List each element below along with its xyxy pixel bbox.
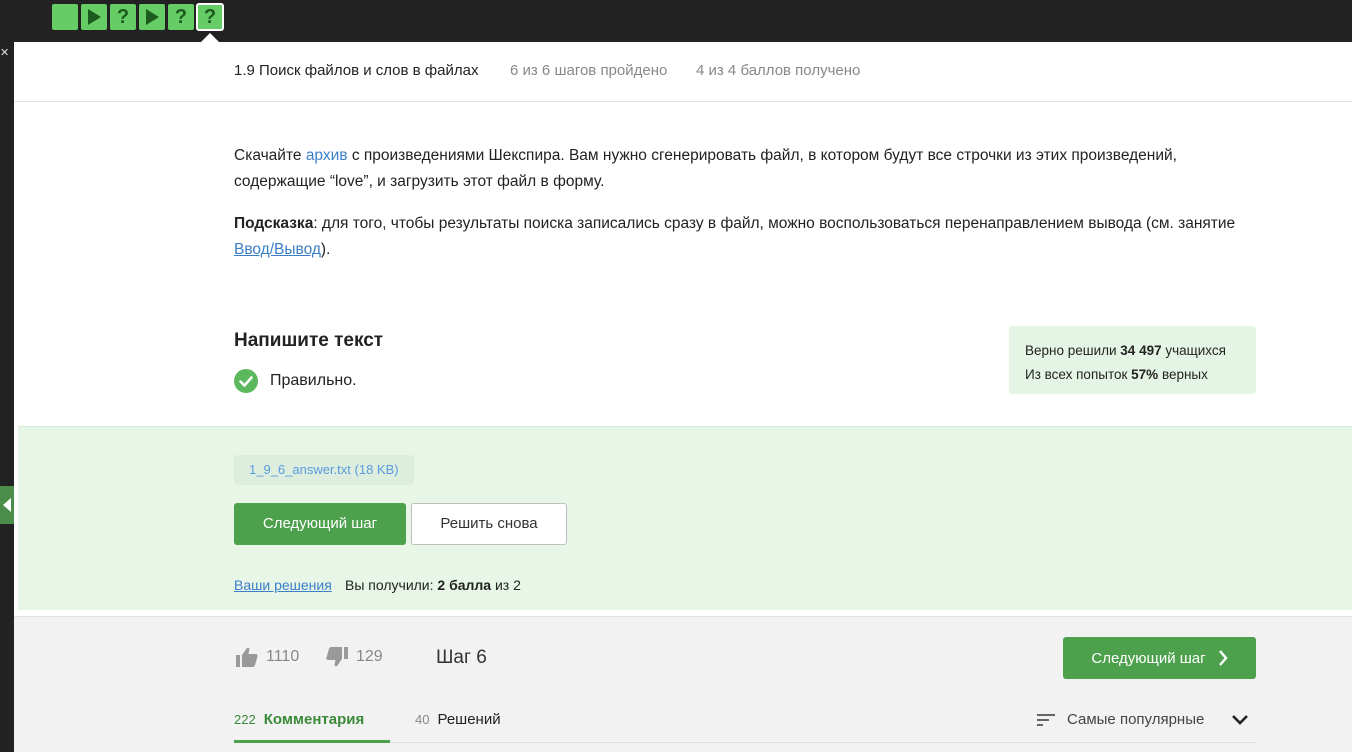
task-description: Скачайте архив с произведениями Шекспира… [234, 147, 1177, 190]
dislike-count: 129 [356, 648, 383, 665]
like-count: 1110 [266, 648, 300, 665]
archive-link[interactable]: архив [306, 147, 348, 164]
check-circle-icon [234, 369, 258, 393]
lesson-steps-progress: 6 из 6 шагов пройдено [510, 62, 668, 79]
close-icon[interactable]: ✕ [0, 46, 9, 59]
chevron-right-icon [1218, 650, 1228, 666]
task-title: Напишите текст [234, 330, 384, 351]
step-content: Скачайте архив с произведениями Шекспира… [234, 143, 1244, 279]
like-button[interactable]: 1110 [236, 647, 299, 667]
step-number: Шаг 6 [436, 647, 487, 668]
step-quiz-icon-current[interactable]: ? [196, 3, 224, 31]
step-text-icon[interactable] [52, 4, 78, 30]
next-step-button[interactable]: Следующий шаг [234, 503, 406, 545]
step-quiz-icon[interactable]: ? [110, 4, 136, 30]
thumbs-down-icon [326, 647, 348, 667]
attempts-stat: Из всех попыток 57% верных [1025, 367, 1208, 382]
collapse-sidebar-button[interactable] [0, 486, 14, 524]
correct-status: Правильно. [234, 369, 357, 393]
step-navigation: ? ? ? [52, 3, 224, 31]
step-video-icon[interactable] [139, 4, 165, 30]
lesson-title: 1.9 Поиск файлов и слов в файлах [234, 62, 479, 79]
chevron-down-icon [1232, 714, 1249, 725]
your-solutions-link[interactable]: Ваши решения [234, 577, 332, 593]
top-bar: ? ? ? [0, 0, 1352, 42]
answer-area: 1_9_6_answer.txt (18 KB) Следующий шаг Р… [18, 426, 1352, 610]
io-lesson-link[interactable]: Ввод/Вывод [234, 241, 321, 258]
hint-paragraph: Подсказка: для того, чтобы результаты по… [234, 215, 1236, 258]
correct-label: Правильно. [270, 372, 357, 389]
score-received: Вы получили: 2 балла из 2 [345, 577, 521, 593]
step-video-icon[interactable] [81, 4, 107, 30]
retry-button[interactable]: Решить снова [411, 503, 567, 545]
sort-label: Самые популярные [1067, 711, 1205, 728]
tab-comments[interactable]: 222 Комментария [234, 711, 390, 743]
thumbs-up-icon [236, 647, 258, 667]
stats-box: Верно решили 34 497 учащихся Из всех поп… [1009, 326, 1256, 394]
hint-label: Подсказка [234, 215, 314, 232]
next-step-footer-button[interactable]: Следующий шаг [1063, 637, 1256, 679]
sort-dropdown[interactable]: Самые популярные [1037, 711, 1249, 728]
dislike-button[interactable]: 129 [326, 647, 383, 667]
lesson-header: 1.9 Поиск файлов и слов в файлах 6 из 6 … [14, 42, 1352, 102]
step-quiz-icon[interactable]: ? [168, 4, 194, 30]
current-step-pointer [201, 33, 219, 42]
chevron-left-icon [3, 498, 11, 512]
left-sidebar-strip [0, 42, 14, 752]
tab-solutions[interactable]: 40 Решений [415, 711, 501, 743]
sort-icon [1037, 713, 1055, 726]
lesson-score: 4 из 4 баллов получено [696, 62, 861, 79]
uploaded-file-link[interactable]: 1_9_6_answer.txt (18 KB) [234, 455, 414, 485]
solved-stat: Верно решили 34 497 учащихся [1025, 343, 1226, 358]
step-footer: 1110 129 Шаг 6 Следующий шаг 222 Коммента… [14, 616, 1352, 752]
